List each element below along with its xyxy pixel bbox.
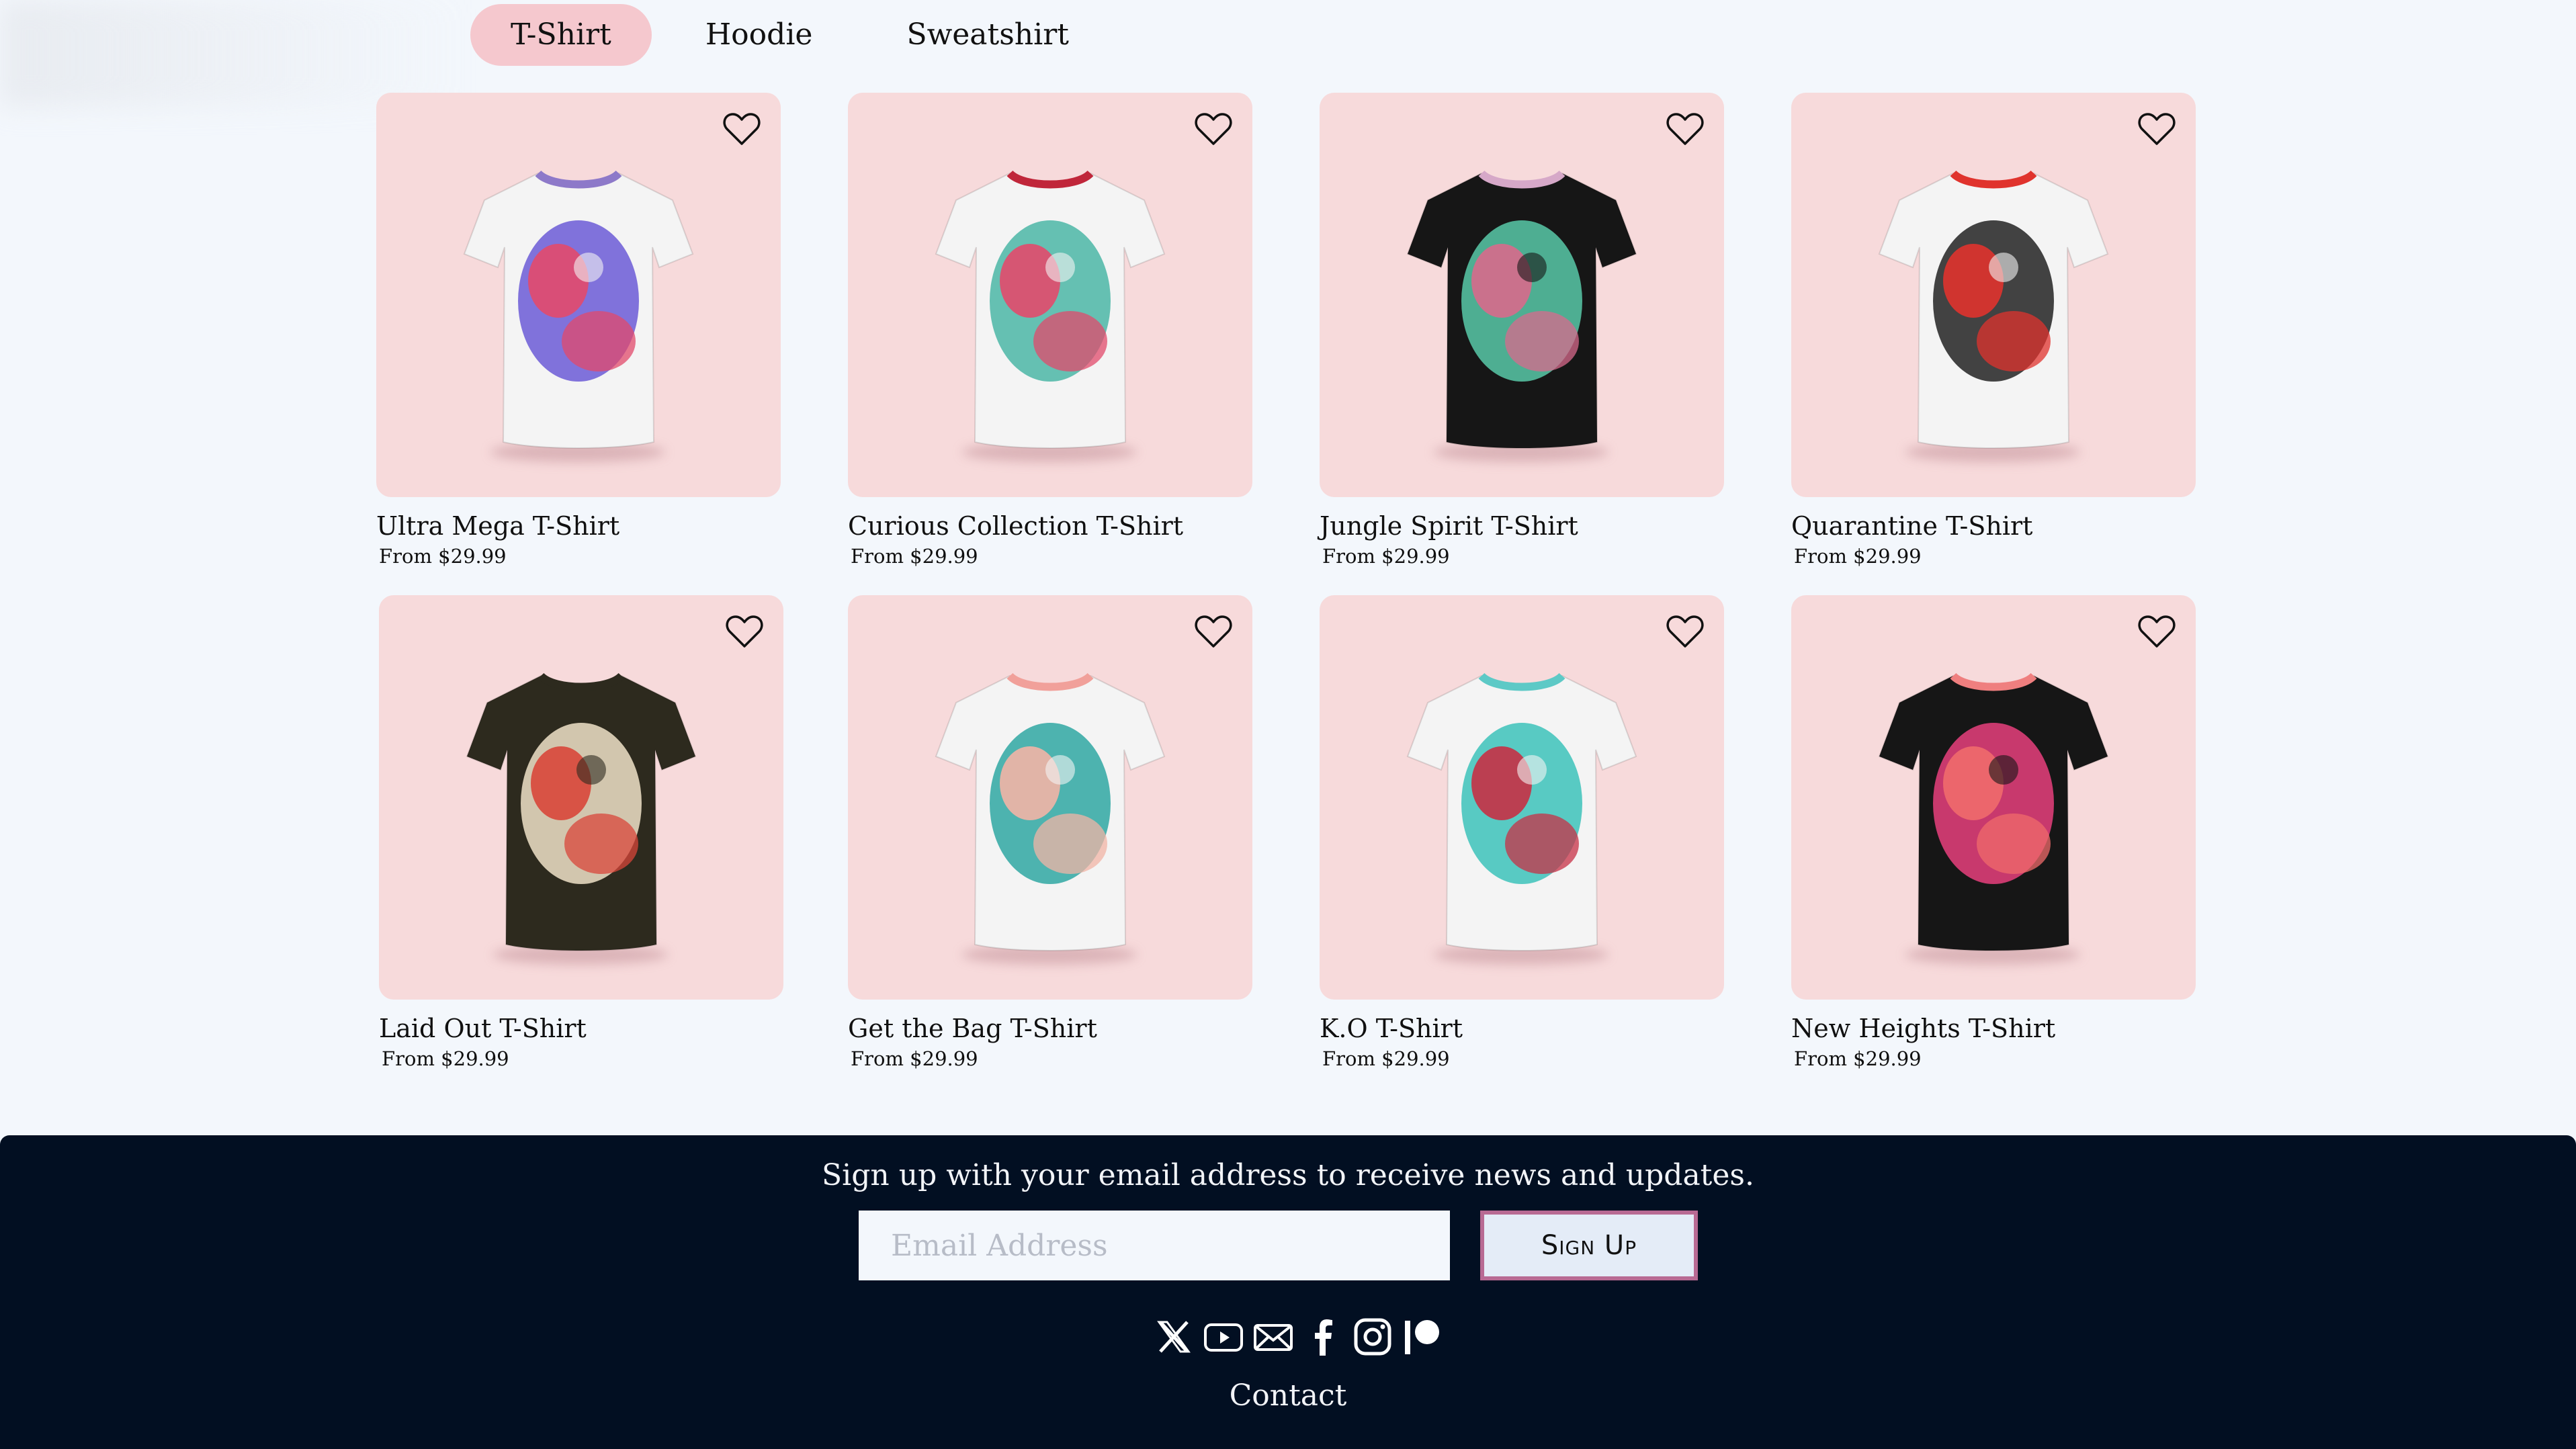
product-price: From $29.99 bbox=[1794, 1047, 1922, 1070]
newsletter-text: Sign up with your email address to recei… bbox=[822, 1158, 1754, 1192]
product-card[interactable]: Jungle Spirit T-Shirt From $29.99 bbox=[1320, 93, 1724, 568]
product-card[interactable]: Get the Bag T-Shirt From $29.99 bbox=[848, 595, 1252, 1071]
heart-icon[interactable] bbox=[726, 614, 763, 649]
product-price: From $29.99 bbox=[379, 545, 507, 568]
heart-icon[interactable] bbox=[1666, 112, 1704, 146]
category-tabs: T-Shirt Hoodie Sweatshirt bbox=[470, 4, 1123, 66]
t-shirt-image bbox=[1406, 672, 1637, 951]
product-card[interactable]: Quarantine T-Shirt From $29.99 bbox=[1791, 93, 2196, 568]
heart-icon[interactable] bbox=[1195, 614, 1232, 649]
heart-icon[interactable] bbox=[2138, 112, 2176, 146]
product-name[interactable]: New Heights T-Shirt bbox=[1791, 1013, 2196, 1044]
t-shirt-image bbox=[935, 170, 1166, 449]
product-card[interactable]: K.O T-Shirt From $29.99 bbox=[1320, 595, 1724, 1071]
product-image[interactable] bbox=[379, 595, 783, 1000]
product-image[interactable] bbox=[848, 595, 1252, 1000]
youtube-icon[interactable] bbox=[1202, 1315, 1245, 1358]
t-shirt-image bbox=[1406, 170, 1637, 449]
product-name[interactable]: Ultra Mega T-Shirt bbox=[376, 511, 781, 541]
product-name[interactable]: Get the Bag T-Shirt bbox=[848, 1013, 1252, 1044]
product-image[interactable] bbox=[1320, 93, 1724, 497]
heart-icon[interactable] bbox=[723, 112, 761, 146]
sign-up-button[interactable]: Sign Up bbox=[1480, 1211, 1698, 1280]
product-card[interactable]: Laid Out T-Shirt From $29.99 bbox=[379, 595, 783, 1071]
product-price: From $29.99 bbox=[1322, 1047, 1450, 1070]
heart-icon[interactable] bbox=[2138, 614, 2176, 649]
product-card[interactable]: Curious Collection T-Shirt From $29.99 bbox=[848, 93, 1252, 568]
product-name[interactable]: K.O T-Shirt bbox=[1320, 1013, 1724, 1044]
email-input[interactable] bbox=[859, 1211, 1450, 1280]
mail-icon[interactable] bbox=[1252, 1315, 1295, 1358]
t-shirt-image bbox=[463, 170, 694, 449]
tab-hoodie[interactable]: Hoodie bbox=[665, 4, 853, 66]
t-shirt-image bbox=[1878, 672, 2109, 951]
heart-icon[interactable] bbox=[1666, 614, 1704, 649]
product-name[interactable]: Curious Collection T-Shirt bbox=[848, 511, 1252, 541]
product-name[interactable]: Jungle Spirit T-Shirt bbox=[1320, 511, 1724, 541]
product-price: From $29.99 bbox=[851, 1047, 978, 1070]
footer: Sign up with your email address to recei… bbox=[0, 1135, 2576, 1449]
product-image[interactable] bbox=[1320, 595, 1724, 1000]
t-shirt-image bbox=[1878, 170, 2109, 449]
facebook-icon[interactable] bbox=[1301, 1315, 1344, 1358]
t-shirt-image bbox=[935, 672, 1166, 951]
product-image[interactable] bbox=[1791, 93, 2196, 497]
product-price: From $29.99 bbox=[382, 1047, 509, 1070]
t-shirt-image bbox=[466, 672, 697, 951]
product-price: From $29.99 bbox=[851, 545, 978, 568]
product-image[interactable] bbox=[848, 93, 1252, 497]
product-price: From $29.99 bbox=[1794, 545, 1922, 568]
product-name[interactable]: Laid Out T-Shirt bbox=[379, 1013, 783, 1044]
tab-sweatshirt[interactable]: Sweatshirt bbox=[866, 4, 1109, 66]
x-icon[interactable] bbox=[1152, 1315, 1195, 1358]
top-left-shadow bbox=[0, 0, 470, 107]
contact-link[interactable]: Contact bbox=[0, 1378, 2576, 1413]
product-image[interactable] bbox=[376, 93, 781, 497]
social-links bbox=[1152, 1315, 1444, 1358]
product-name[interactable]: Quarantine T-Shirt bbox=[1791, 511, 2196, 541]
patreon-icon[interactable] bbox=[1401, 1315, 1444, 1358]
product-price: From $29.99 bbox=[1322, 545, 1450, 568]
product-card[interactable]: Ultra Mega T-Shirt From $29.99 bbox=[376, 93, 781, 568]
product-image[interactable] bbox=[1791, 595, 2196, 1000]
tab-t-shirt[interactable]: T-Shirt bbox=[470, 4, 652, 66]
product-card[interactable]: New Heights T-Shirt From $29.99 bbox=[1791, 595, 2196, 1071]
instagram-icon[interactable] bbox=[1351, 1315, 1394, 1358]
heart-icon[interactable] bbox=[1195, 112, 1232, 146]
